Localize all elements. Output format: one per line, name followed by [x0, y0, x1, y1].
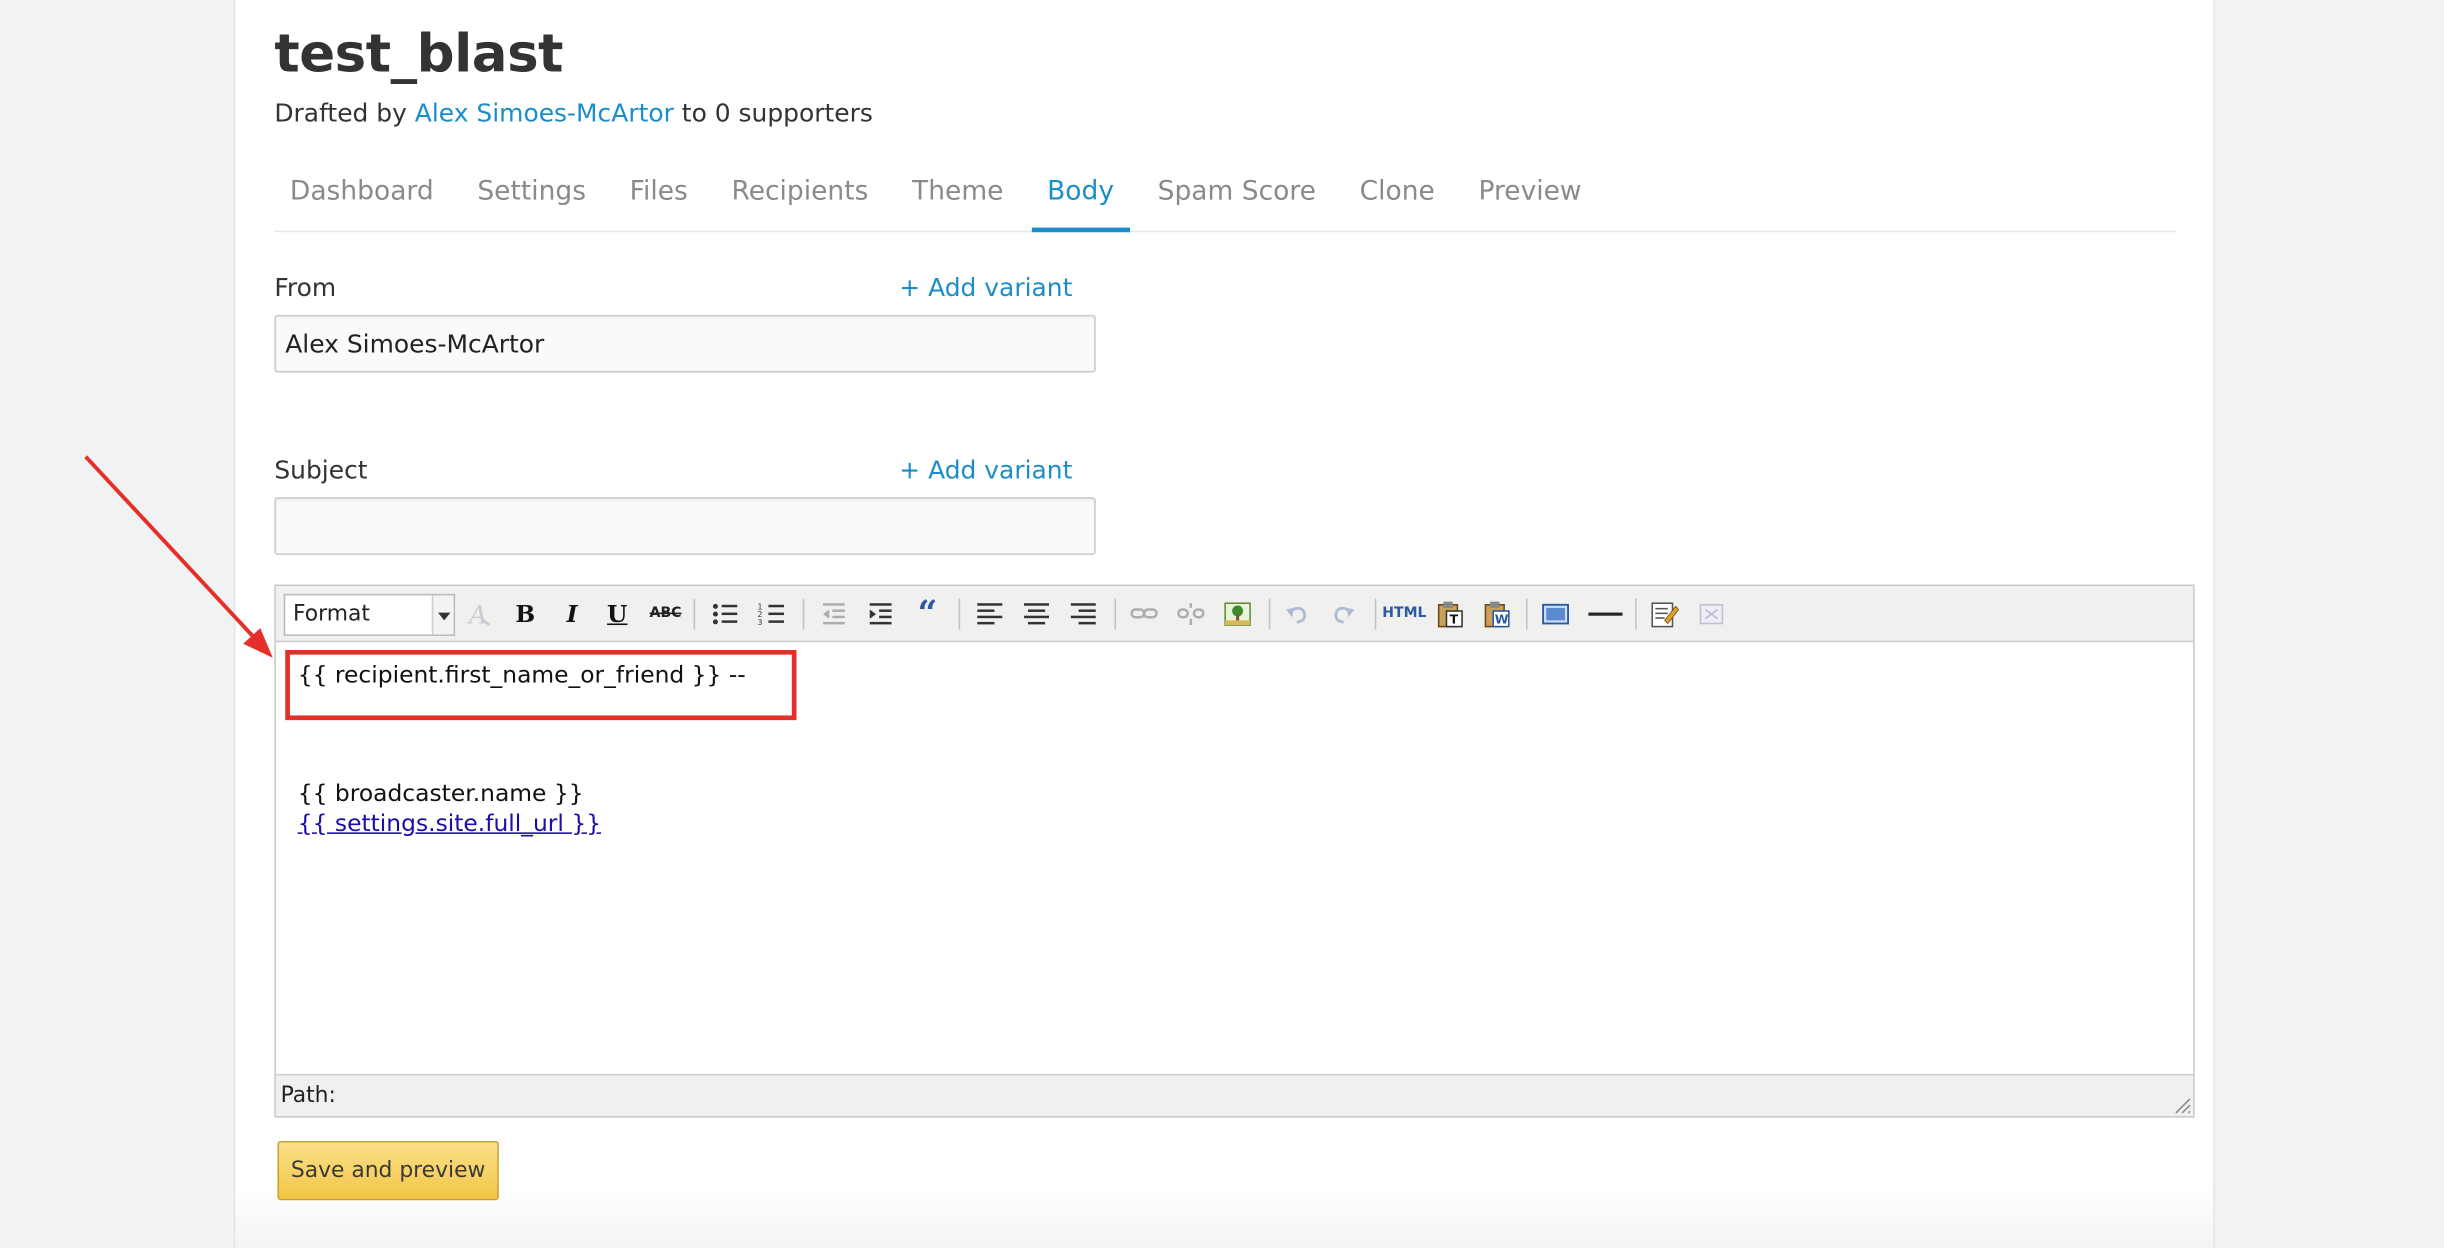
annotation-arrow: [84, 455, 273, 658]
